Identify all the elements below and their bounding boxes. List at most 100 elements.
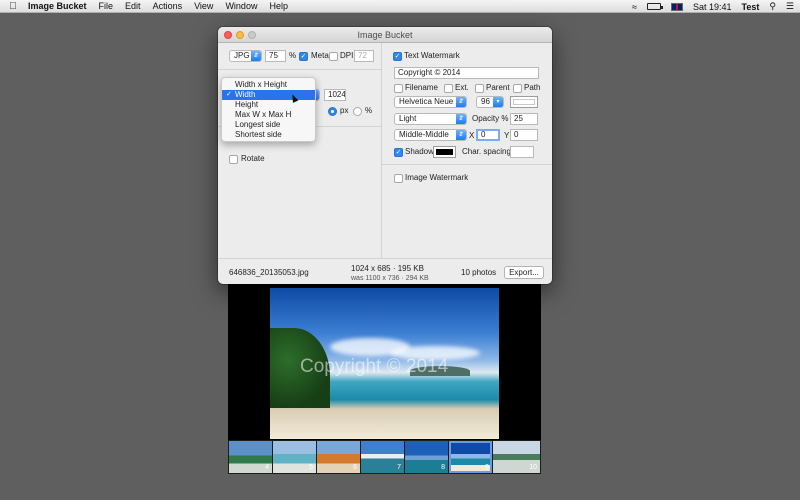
preview-photo: Copyright © 2014	[270, 288, 499, 439]
thumbnail[interactable]: 7	[361, 441, 404, 473]
preview-watermark-text: Copyright © 2014	[300, 356, 449, 377]
thumbnail-selected[interactable]: 9	[449, 441, 492, 473]
menu-file[interactable]: File	[93, 1, 120, 11]
menu-actions[interactable]: Actions	[147, 1, 189, 11]
close-window-button[interactable]	[224, 31, 232, 39]
option-label: Height	[235, 100, 259, 109]
menu-app-name[interactable]: Image Bucket	[26, 1, 93, 11]
thumbnail-number: 9	[485, 464, 489, 471]
option-label: Max W x Max H	[235, 110, 292, 119]
meta-label: Meta	[311, 51, 329, 60]
char-spacing-label: Char. spacing	[462, 147, 511, 156]
menu-option-shortest-side[interactable]: Shortest side	[222, 130, 315, 140]
window-title: Image Bucket	[218, 27, 552, 43]
image-watermark-label: Image Watermark	[405, 173, 469, 182]
thumbnail[interactable]: 10	[493, 441, 540, 473]
format-popup[interactable]: JPG ⇵	[229, 50, 262, 62]
char-spacing-field[interactable]	[510, 146, 534, 158]
original-size: was 1100 x 736 · 294 KB	[351, 275, 429, 282]
option-label: Width	[235, 90, 256, 99]
output-size: 1024 x 685 · 195 KB	[351, 264, 424, 273]
text-watermark-checkbox[interactable]: ✓	[393, 52, 402, 61]
menu-option-max-w-x-max-h[interactable]: Max W x Max H	[222, 110, 315, 120]
menu-option-height[interactable]: Height	[222, 100, 315, 110]
unit-percent-label: %	[365, 106, 373, 115]
thumbnail[interactable]: 5	[273, 441, 316, 473]
meta-checkbox[interactable]: ✓	[299, 52, 308, 61]
wifi-icon[interactable]: ≈	[632, 2, 637, 12]
battery-icon[interactable]	[646, 3, 663, 10]
unit-percent-radio[interactable]	[353, 107, 362, 116]
position-popup[interactable]: Middle-Middle ⇵	[394, 129, 467, 141]
zoom-window-button[interactable]	[248, 31, 256, 39]
path-label: Path	[524, 83, 541, 92]
menu-option-longest-side[interactable]: Longest side	[222, 120, 315, 130]
text-color-well[interactable]	[510, 96, 538, 108]
parent-label: Parent	[486, 83, 510, 92]
font-family-popup[interactable]: Helvetica Neue ⇵	[394, 96, 467, 108]
resize-mode-menu: Width x Height ✓ Width Height Max W x Max…	[221, 77, 316, 142]
font-size-value: 96	[481, 97, 490, 106]
thumbnail[interactable]: 6	[317, 441, 360, 473]
image-bucket-window: Image Bucket JPG ⇵ 75 % ✓ Meta DPI 72 ⇵ …	[218, 27, 552, 284]
input-source-flag-icon[interactable]	[670, 2, 683, 11]
unit-px-radio[interactable]	[328, 107, 337, 116]
option-label: Longest side	[235, 120, 281, 129]
rotate-label: Rotate	[241, 154, 265, 163]
y-offset-field[interactable]: 0	[510, 129, 538, 141]
rotate-checkbox[interactable]	[229, 155, 238, 164]
thumbnail[interactable]: 8	[405, 441, 448, 473]
minimize-window-button[interactable]	[236, 31, 244, 39]
apple-menu-icon[interactable]: 	[0, 1, 26, 12]
thumbnail-strip: 4 5 6 7 8 9 10	[228, 440, 541, 474]
dpi-checkbox[interactable]	[329, 52, 338, 61]
menu-user[interactable]: Test	[741, 2, 759, 12]
popup-arrows-icon: ⇵	[456, 114, 466, 124]
ext-checkbox[interactable]	[444, 84, 453, 93]
photo-count: 10 photos	[461, 268, 497, 277]
format-value: JPG	[234, 51, 250, 60]
thumbnail-number: 8	[441, 464, 445, 471]
parent-checkbox[interactable]	[475, 84, 484, 93]
path-checkbox[interactable]	[513, 84, 522, 93]
thumbnail-number: 4	[265, 464, 269, 471]
popup-arrows-icon: ⇵	[456, 130, 466, 140]
thumbnail-number: 10	[529, 464, 537, 471]
option-label: Shortest side	[235, 130, 282, 139]
popup-arrows-icon: ⇵	[251, 51, 261, 61]
current-filename: 646836_20135053.jpg	[229, 268, 309, 277]
checkmark-icon: ✓	[226, 91, 232, 98]
font-weight-popup[interactable]: Light ⇵	[394, 113, 467, 125]
thumbnail-number: 5	[309, 464, 313, 471]
export-button[interactable]: Export...	[504, 266, 544, 279]
font-size-combo[interactable]: 96 ▾	[476, 96, 504, 108]
quality-field[interactable]: 75	[265, 50, 286, 62]
menu-option-width[interactable]: ✓ Width	[222, 90, 315, 100]
shadow-label: Shadow	[405, 147, 434, 156]
image-watermark-checkbox[interactable]	[394, 174, 403, 183]
footer-divider	[218, 258, 552, 259]
filename-label: Filename	[405, 83, 438, 92]
ext-label: Ext.	[455, 83, 469, 92]
menu-option-width-x-height[interactable]: Width x Height	[222, 80, 315, 90]
thumbnail-number: 7	[397, 464, 401, 471]
menu-view[interactable]: View	[188, 1, 219, 11]
dpi-field[interactable]: 72	[354, 50, 374, 62]
spotlight-search-icon[interactable]: ⚲	[769, 1, 776, 12]
shadow-checkbox[interactable]: ✓	[394, 148, 403, 157]
menu-clock[interactable]: Sat 19:41	[693, 2, 732, 12]
menu-edit[interactable]: Edit	[119, 1, 147, 11]
watermark-text-field[interactable]: Copyright © 2014	[394, 67, 539, 79]
thumbnail[interactable]: 4	[229, 441, 272, 473]
thumbnail-number: 6	[353, 464, 357, 471]
notification-center-icon[interactable]: ☰	[786, 1, 794, 12]
filename-checkbox[interactable]	[394, 84, 403, 93]
column-divider	[381, 43, 382, 258]
resize-value-field[interactable]: 1024	[324, 89, 346, 101]
menu-help[interactable]: Help	[263, 1, 294, 11]
menu-window[interactable]: Window	[219, 1, 263, 11]
dpi-label: DPI	[340, 51, 354, 60]
opacity-field[interactable]: 25	[510, 113, 538, 125]
shadow-color-well[interactable]	[433, 146, 456, 158]
x-offset-field[interactable]: 0	[476, 129, 500, 141]
